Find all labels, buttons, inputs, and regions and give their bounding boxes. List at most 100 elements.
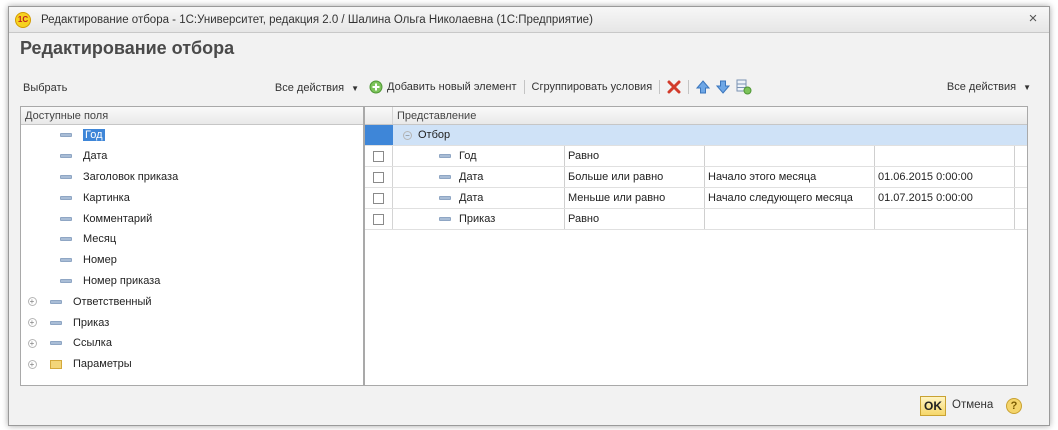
field-list-item[interactable]: Дата [21,146,363,167]
field-list-item[interactable]: + Приказ [21,312,363,333]
arrow-up-icon [696,80,711,94]
condition-field-cell[interactable]: Приказ [393,209,565,229]
condition-comparison-cell[interactable]: Равно [565,209,705,229]
field-list-item-label: Приказ [73,316,110,329]
group-conditions-button[interactable]: Сгруппировать условия [529,79,656,95]
condition-row[interactable]: Дата Больше или равно Начало этого месяца 0… [365,167,1027,188]
field-icon [60,133,72,138]
expand-icon[interactable]: + [27,297,37,307]
field-list-item-label: Параметры [73,358,132,371]
app-logo-icon: 1С [15,11,31,28]
field-list-item[interactable]: Заголовок приказа [21,167,363,188]
field-icon [439,217,451,221]
field-list-item-label: Номер приказа [83,274,161,287]
close-button[interactable]: × [1025,11,1041,27]
use-condition-checkbox[interactable] [373,213,384,225]
condition-checkbox-cell [365,188,393,208]
field-list-item[interactable]: Месяц [21,229,363,250]
condition-comparison-text: Равно [568,150,600,162]
field-list-item-label: Номер [83,254,117,267]
ok-button[interactable]: OK [920,396,946,416]
left-all-actions-label: Все действия [274,82,345,94]
field-icon [60,258,72,263]
grouping-settings-button[interactable] [733,77,755,97]
add-circle-icon [369,80,383,94]
use-condition-checkbox[interactable] [373,150,384,162]
available-fields-panel[interactable]: Доступные поля Год Дата Заголовок приказа К… [20,106,364,386]
delete-x-icon [667,80,681,94]
condition-extra-text: 01.06.2015 0:00:00 [878,171,973,183]
right-toolbar: Добавить новый элемент Сгруппировать усл… [366,74,1034,100]
condition-extra-cell[interactable]: 01.07.2015 0:00:00 [875,188,1015,208]
field-icon [439,154,451,158]
condition-comparison-cell[interactable]: Равно [565,146,705,166]
field-icon [60,237,72,242]
field-list-item-label: Ответственный [73,295,152,308]
toolbar-separator [688,80,690,94]
window-title: Редактирование отбора - 1С:Университет, … [41,13,593,26]
field-icon [50,299,62,304]
condition-checkbox-cell [365,209,393,229]
condition-value-cell[interactable]: Начало этого месяца [705,167,875,187]
expand-icon[interactable]: + [27,338,37,348]
condition-field-cell[interactable]: Год [393,146,565,166]
field-list-item[interactable]: Картинка [21,187,363,208]
field-icon [60,278,72,283]
field-list-item[interactable]: + Параметры [21,354,363,375]
condition-field-cell[interactable]: Дата [393,167,565,187]
group-row-marker [365,125,393,145]
condition-value-text: Начало следующего месяца [708,192,853,204]
right-all-actions-button[interactable]: Все действия ▼ [944,79,1034,95]
condition-extra-cell[interactable]: 01.06.2015 0:00:00 [875,167,1015,187]
field-list-item-label: Комментарий [83,212,153,225]
select-button[interactable]: Выбрать [20,80,70,96]
field-list-item-label: Год [83,129,105,142]
field-list-item[interactable]: Номер [21,250,363,271]
left-all-actions-button[interactable]: Все действия ▼ [272,80,362,96]
delete-button[interactable] [664,78,684,96]
condition-comparison-cell[interactable]: Больше или равно [565,167,705,187]
cancel-button[interactable]: Отмена [952,399,993,411]
condition-row[interactable]: Дата Меньше или равно Начало следующего ме… [365,188,1027,209]
field-list-item[interactable]: + Ответственный [21,291,363,312]
expand-icon[interactable]: + [27,318,37,328]
condition-comparison-text: Меньше или равно [568,192,666,204]
field-icon [439,196,451,200]
representation-header-label: Представление [397,109,477,122]
condition-field-cell[interactable]: Дата [393,188,565,208]
condition-row[interactable]: Год Равно [365,146,1027,167]
move-down-button[interactable] [713,78,733,96]
filter-conditions-panel[interactable]: Представление − Отбор Год Равно Дата Больше… [364,106,1028,386]
form-title: Редактирование отбора [20,38,235,58]
title-bar: 1С Редактирование отбора - 1С:Университе… [9,7,1049,33]
field-list-item-label: Картинка [83,191,130,204]
condition-value-cell[interactable] [705,146,875,166]
condition-extra-cell[interactable] [875,146,1015,166]
filter-group-label: Отбор [418,129,451,141]
representation-header: Представление [365,107,1027,125]
condition-value-cell[interactable] [705,209,875,229]
use-condition-checkbox[interactable] [373,171,384,183]
condition-field-text: Дата [459,171,484,183]
add-element-button[interactable]: Добавить новый элемент [366,78,520,96]
condition-checkbox-cell [365,167,393,187]
move-up-button[interactable] [693,78,713,96]
arrow-down-icon [716,80,731,94]
condition-value-text: Начало этого месяца [708,171,817,183]
field-list-item[interactable]: Год [21,125,363,146]
condition-value-cell[interactable]: Начало следующего месяца [705,188,875,208]
field-list-item[interactable]: + Ссылка [21,333,363,354]
field-list-item-label: Месяц [83,233,117,246]
condition-row[interactable]: Приказ Равно [365,209,1027,230]
field-list-item[interactable]: Номер приказа [21,271,363,292]
help-button[interactable]: ? [1006,398,1022,414]
collapse-icon[interactable]: − [403,130,412,140]
field-list-item[interactable]: Комментарий [21,208,363,229]
condition-extra-cell[interactable] [875,209,1015,229]
filter-group-row[interactable]: − Отбор [365,125,1027,146]
field-icon [60,154,72,159]
condition-comparison-cell[interactable]: Меньше или равно [565,188,705,208]
left-toolbar: Выбрать Все действия ▼ [20,78,362,98]
use-condition-checkbox[interactable] [373,192,384,204]
expand-icon[interactable]: + [27,359,37,369]
